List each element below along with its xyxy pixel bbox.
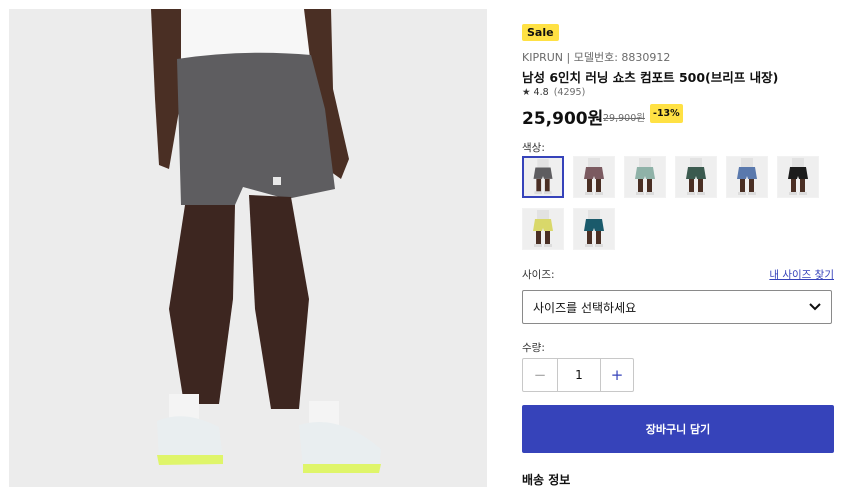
quantity-increase-button[interactable]: + bbox=[601, 359, 633, 391]
swatch-thumbnail bbox=[625, 157, 665, 197]
chevron-down-icon bbox=[809, 300, 821, 314]
shipping-info-heading[interactable]: 배송 정보 bbox=[522, 471, 570, 488]
swatch-thumbnail bbox=[524, 158, 562, 196]
swatch-thumbnail bbox=[523, 209, 563, 249]
add-to-cart-button[interactable]: 장바구니 담기 bbox=[522, 405, 834, 453]
original-price: 29,900원 bbox=[603, 113, 645, 124]
swatch-thumbnail bbox=[574, 209, 614, 249]
swatch-thumbnail bbox=[727, 157, 767, 197]
color-swatch-6[interactable] bbox=[777, 156, 819, 198]
rating-value: ★ 4.8 bbox=[522, 87, 549, 98]
color-swatch-7[interactable] bbox=[522, 208, 564, 250]
color-swatch-2[interactable] bbox=[573, 156, 615, 198]
color-swatch-5[interactable] bbox=[726, 156, 768, 198]
discount-badge: -13% bbox=[650, 104, 683, 123]
brand-model-line: KIPRUN | 모델번호: 8830912 bbox=[522, 51, 671, 64]
current-price: 25,900원 bbox=[522, 109, 604, 129]
color-label: 색상: bbox=[522, 142, 545, 154]
rating[interactable]: ★ 4.8 (4295) bbox=[522, 87, 585, 98]
quantity-decrease-button[interactable]: − bbox=[523, 359, 558, 391]
size-label: 사이즈: bbox=[522, 269, 555, 281]
size-select[interactable]: 사이즈를 선택하세요 bbox=[522, 290, 832, 324]
product-title: 남성 6인치 러닝 쇼츠 컴포트 500(브리프 내장) bbox=[522, 70, 779, 85]
review-count: (4295) bbox=[553, 87, 586, 98]
quantity-stepper: − 1 + bbox=[522, 358, 634, 392]
color-swatch-1[interactable] bbox=[522, 156, 564, 198]
product-photo-illustration bbox=[9, 9, 487, 487]
quantity-label: 수량: bbox=[522, 342, 545, 354]
size-select-placeholder: 사이즈를 선택하세요 bbox=[533, 300, 637, 315]
color-swatch-3[interactable] bbox=[624, 156, 666, 198]
size-guide-link[interactable]: 내 사이즈 찾기 bbox=[769, 267, 834, 282]
color-swatch-8[interactable] bbox=[573, 208, 615, 250]
color-swatch-4[interactable] bbox=[675, 156, 717, 198]
sale-badge: Sale bbox=[522, 24, 559, 41]
swatch-thumbnail bbox=[676, 157, 716, 197]
quantity-value[interactable]: 1 bbox=[558, 359, 601, 391]
swatch-thumbnail bbox=[574, 157, 614, 197]
swatch-thumbnail bbox=[778, 157, 818, 197]
product-image[interactable] bbox=[9, 9, 487, 487]
